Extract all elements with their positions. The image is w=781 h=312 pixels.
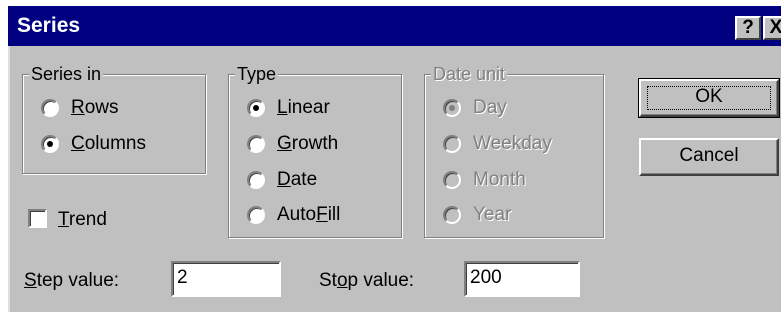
close-button[interactable]: X	[763, 16, 781, 40]
stop-value-label: Stop value:	[319, 270, 415, 291]
ok-button[interactable]: OK	[638, 78, 780, 118]
radio-columns[interactable]: Columns	[41, 133, 191, 157]
trend-checkbox[interactable]	[28, 209, 47, 228]
radio-rows-label: Rows	[71, 97, 119, 118]
radio-linear-label: Linear	[277, 97, 330, 118]
date-unit-legend: Date unit	[431, 64, 508, 84]
radio-month-label: Month	[473, 169, 526, 190]
radio-button-icon	[443, 206, 461, 224]
stop-value-input[interactable]: 200	[464, 261, 580, 297]
type-legend: Type	[235, 64, 279, 84]
title-bar: Series ? X	[8, 6, 781, 46]
radio-date-label: Date	[277, 169, 318, 190]
radio-day-label: Day	[473, 97, 507, 118]
step-value-input[interactable]: 2	[171, 261, 281, 297]
radio-weekday: Weekday	[443, 133, 593, 157]
series-in-legend: Series in	[29, 64, 104, 84]
radio-growth[interactable]: Growth	[247, 133, 387, 157]
radio-button-selected-icon	[247, 99, 265, 117]
dialog-title: Series	[17, 14, 81, 37]
radio-year-label: Year	[473, 204, 512, 225]
trend-label: Trend	[58, 209, 107, 230]
radio-weekday-label: Weekday	[473, 133, 552, 154]
radio-month: Month	[443, 169, 593, 193]
radio-columns-label: Columns	[71, 133, 146, 154]
radio-button-icon	[247, 135, 265, 153]
cancel-button[interactable]: Cancel	[639, 138, 779, 176]
step-value-label: Step value:	[24, 270, 120, 291]
radio-growth-label: Growth	[277, 133, 339, 154]
radio-button-icon	[247, 206, 265, 224]
radio-button-selected-icon	[443, 99, 461, 117]
series-in-group: Series in Rows Columns	[22, 64, 206, 174]
radio-day: Day	[443, 97, 593, 121]
help-button[interactable]: ?	[735, 16, 761, 40]
radio-button-icon	[247, 171, 265, 189]
radio-date[interactable]: Date	[247, 169, 387, 193]
radio-linear[interactable]: Linear	[247, 97, 387, 121]
type-group: Type Linear Growth Date AutoFill	[228, 64, 402, 238]
radio-rows[interactable]: Rows	[41, 97, 191, 121]
radio-autofill-label: AutoFill	[277, 204, 341, 225]
radio-button-selected-icon	[41, 135, 59, 153]
date-unit-group: Date unit Day Weekday Month Year	[424, 64, 604, 238]
radio-button-icon	[443, 135, 461, 153]
radio-autofill[interactable]: AutoFill	[247, 204, 387, 228]
focus-rectangle	[647, 86, 771, 110]
radio-year: Year	[443, 204, 593, 228]
radio-button-icon	[41, 99, 59, 117]
radio-button-icon	[443, 171, 461, 189]
